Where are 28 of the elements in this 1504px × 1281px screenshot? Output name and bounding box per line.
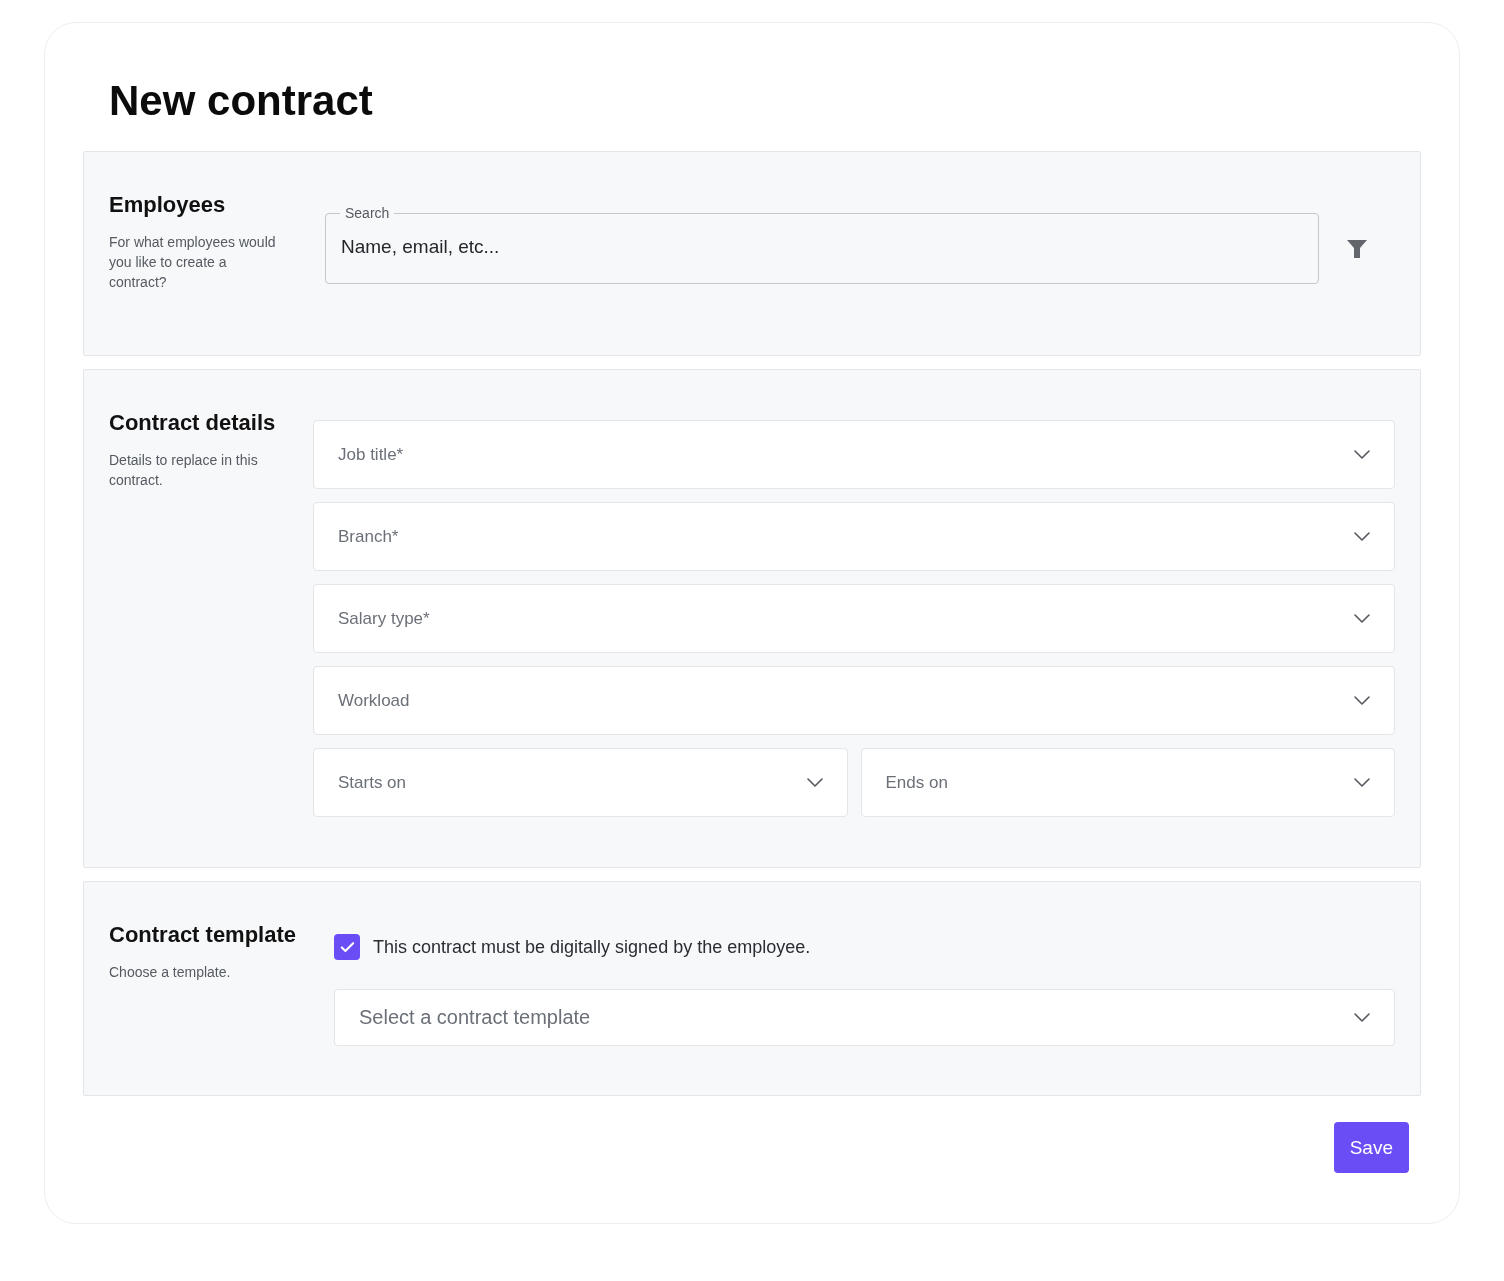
chevron-down-icon [806, 778, 823, 787]
chevron-down-icon [1354, 778, 1370, 787]
search-field[interactable]: Search Name, email, etc... [325, 205, 1319, 284]
section-description: Choose a template. [109, 963, 232, 982]
section-heading: Contract template [109, 922, 298, 948]
dropdown-field[interactable]: Workload [313, 666, 1395, 735]
section-heading: Contract details [109, 410, 277, 436]
dropdown-field[interactable]: Branch* [313, 502, 1395, 571]
save-button[interactable]: Save [1333, 1122, 1409, 1173]
filter-icon[interactable] [1346, 237, 1368, 260]
dropdown-field[interactable]: Salary type* [313, 584, 1395, 653]
chevron-down-icon [1354, 1013, 1370, 1022]
search-input[interactable]: Name, email, etc... [341, 221, 1303, 273]
checkbox-label: This contract must be digitally signed by the employee. [373, 936, 811, 958]
chevron-down-icon [1354, 614, 1370, 623]
section-description: For what employees would you like to create a contract? [109, 233, 277, 292]
dropdown-field[interactable]: Select a contract template [334, 989, 1395, 1046]
page-title: New contract [109, 76, 374, 126]
checkbox[interactable] [334, 934, 360, 960]
section-description: Details to replace in this contract. [109, 451, 259, 490]
field-label: Search [344, 205, 391, 221]
chevron-down-icon [1354, 450, 1370, 459]
chevron-down-icon [1354, 532, 1370, 541]
dropdown-field[interactable]: Starts on [313, 748, 848, 817]
dropdown-field[interactable]: Job title* [313, 420, 1395, 489]
chevron-down-icon [1354, 696, 1370, 705]
dropdown-field[interactable]: Ends on [860, 748, 1395, 817]
section-heading: Employees [109, 192, 227, 218]
